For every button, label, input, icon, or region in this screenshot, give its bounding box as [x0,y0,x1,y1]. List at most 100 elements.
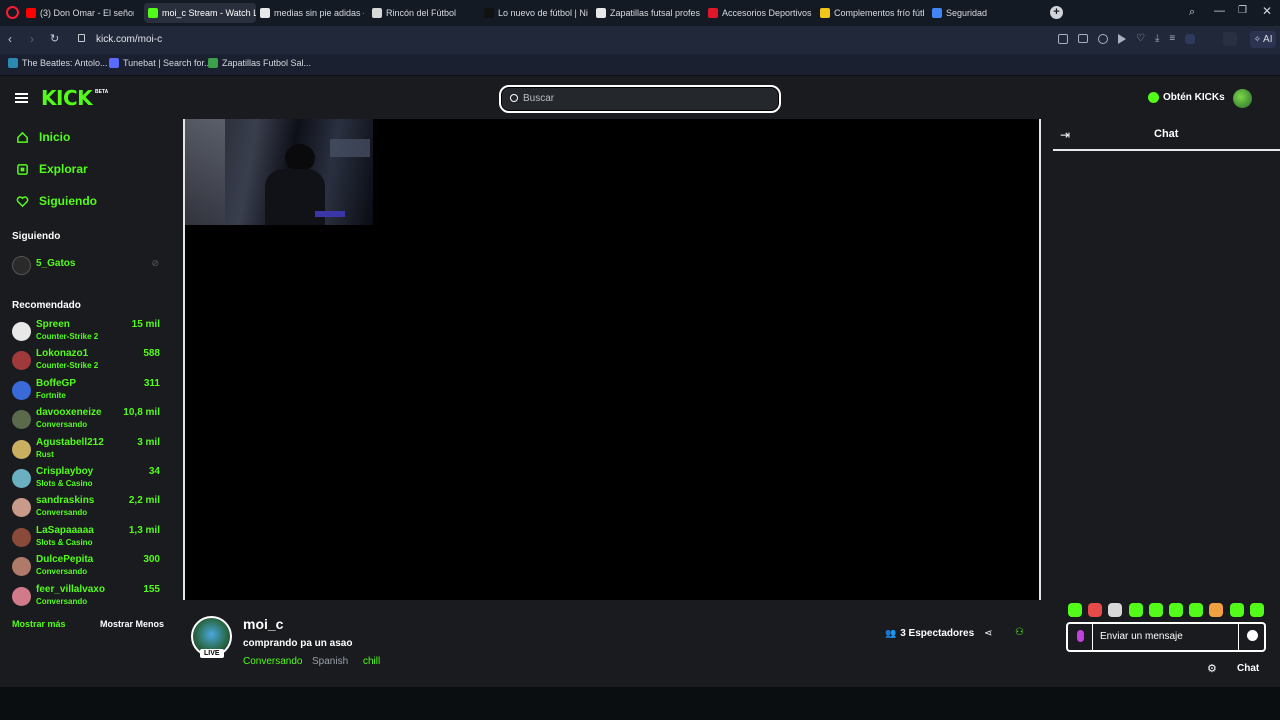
url-text[interactable]: kick.com/moi-c [96,34,162,45]
microphone-icon[interactable] [1077,630,1084,642]
forward-icon[interactable]: › [30,32,34,46]
viewer-count: 311 [143,377,160,389]
browser-tab[interactable]: Zapatillas futsal profesion [592,3,700,23]
lock-icon[interactable] [78,34,85,42]
viewer-count: 155 [143,583,160,595]
channel-name: Agustabell212 [36,436,104,448]
bookmark-item[interactable]: The Beatles: Antolo... [8,58,108,68]
follow-icon[interactable]: ⚇ [1015,627,1024,638]
viewer-count: 10,8 mil [123,407,160,419]
nav-item-inicio[interactable]: Inicio [16,130,70,144]
chat-input[interactable]: Enviar un mensaje [1100,631,1183,642]
search-input[interactable]: Buscar [523,93,554,104]
nav-item-explorar[interactable]: Explorar [16,162,88,176]
settings-gear-icon[interactable]: ⚙ [1207,662,1217,675]
browser-tab[interactable]: Seguridad [928,3,1028,23]
page-bottom [0,687,1280,720]
collapse-chat-icon[interactable]: ⇥ [1060,128,1070,142]
emote-icon[interactable] [1249,603,1264,617]
new-tab-button[interactable]: + [1050,6,1063,19]
recommended-channel[interactable]: Lokonazo1 Counter-Strike 2 588 [12,348,160,376]
tab-favicon-icon [596,8,606,18]
tab-label: Seguridad [946,8,988,18]
recommended-channel[interactable]: DulcePepita Conversando 300 [12,554,160,582]
recommended-channel[interactable]: LaSapaaaaa Slots & Casino 1,3 mil [12,525,160,553]
show-more-link[interactable]: Mostrar más [12,619,66,629]
tab-label: medias sin pie adidas - Bu [274,8,364,18]
search-tabs-icon[interactable]: ⌕ [1189,6,1195,19]
channel-category: Rust [36,449,54,459]
channel-avatar [12,527,31,547]
emote-icon[interactable] [1068,603,1082,617]
minimize-button[interactable]: — [1214,5,1225,17]
browser-tab[interactable]: Complementos frío fútbol [816,3,924,23]
emote-icon[interactable] [1189,603,1204,617]
show-less-link[interactable]: Mostrar Menos [100,619,164,629]
bookmark-item[interactable]: Tunebat | Search for... [109,58,212,68]
menu-lines-icon[interactable]: ≡ [1169,34,1175,44]
browser-tab[interactable]: Rincón del Fútbol [368,3,476,23]
emoji-icon[interactable] [1247,630,1258,641]
viewer-count: 3 mil [137,436,160,448]
recommended-channel[interactable]: Crisplayboy Slots & Casino 34 [12,466,160,494]
emote-icon[interactable] [1169,603,1183,617]
recommended-channel[interactable]: sandraskins Conversando 2,2 mil [12,495,160,523]
emote-icon[interactable] [1088,603,1103,617]
extensions-icon[interactable] [1223,32,1237,46]
tab-favicon-icon [484,8,494,18]
close-window-button[interactable]: ✕ [1262,4,1272,18]
chat-panel: ⇥ Chat Enviar un mensaje ⚙ Chat [1041,119,1280,687]
viewer-count: 34 [148,466,160,477]
get-kicks-button[interactable]: Obtén KICKs [1148,92,1225,103]
browser-tab[interactable]: Lo nuevo de fútbol | Nike [480,3,588,23]
reload-icon[interactable]: ↻ [50,32,59,45]
emote-icon[interactable] [1128,603,1143,617]
bookmark-item[interactable]: Zapatillas Futbol Sal... [208,58,311,68]
following-item[interactable]: 5_Gatos ⊘ [12,255,160,283]
heart-outline-icon[interactable]: ♡ [1136,34,1145,44]
download-icon[interactable]: ⤓ [1155,34,1159,44]
browser-tab[interactable]: Accesorios Deportivos arc [704,3,812,23]
browser-tab[interactable]: medias sin pie adidas - Bu [256,3,364,23]
ai-label: AI [1263,34,1273,45]
profile-icon[interactable] [1185,34,1196,44]
user-avatar[interactable] [1233,89,1252,108]
tag-chill[interactable]: chill [363,656,380,667]
back-icon[interactable]: ‹ [8,32,12,46]
edit-icon[interactable] [1058,34,1068,44]
camera-icon[interactable] [1078,34,1088,43]
emote-icon[interactable] [1108,603,1123,617]
share-icon[interactable]: ⋖ [984,628,992,639]
bookmark-favicon-icon [208,58,218,68]
channel-avatar [12,351,31,371]
browser-tab[interactable]: (3) Don Omar - El señor de [22,3,134,23]
emote-icon[interactable] [1209,603,1224,617]
compass-icon [17,163,28,175]
opera-logo-icon[interactable] [6,6,19,19]
recommended-channel[interactable]: davooxeneize Conversando 10,8 mil [12,407,160,435]
recommended-channel[interactable]: feer_villalvaxo Conversando 155 [12,584,160,612]
nav-item-siguiendo[interactable]: Siguiendo [16,194,97,208]
tab-label: Zapatillas futsal profesion [610,8,700,18]
category-link[interactable]: Conversando [243,656,302,667]
browser-tab[interactable]: moi_c Stream - Watch Live [144,3,256,23]
chat-input-box[interactable]: Enviar un mensaje [1066,622,1266,652]
play-icon[interactable] [1118,34,1126,44]
video-player[interactable] [183,119,1041,600]
language-tag[interactable]: Spanish [312,656,348,667]
shield-icon[interactable] [1098,34,1108,44]
emote-icon[interactable] [1229,603,1244,617]
ai-button[interactable]: ✧ AI [1250,31,1276,48]
search-box[interactable]: Buscar [499,85,781,113]
recommended-channel[interactable]: BoffeGP Fortnite 311 [12,378,160,406]
recommended-channel[interactable]: Agustabell212 Rust 3 mil [12,437,160,465]
hamburger-menu-icon[interactable] [15,93,28,103]
channel-category: Slots & Casino [36,479,93,488]
channel-name[interactable]: moi_c [243,616,283,632]
restore-button[interactable]: ❐ [1238,5,1247,16]
kick-logo[interactable]: KICK BETA [41,86,108,110]
recommended-channel[interactable]: Spreen Counter-Strike 2 15 mil [12,319,160,347]
emote-icon[interactable] [1148,603,1163,617]
channel-avatar [12,469,31,488]
chat-send-button[interactable]: Chat [1237,663,1259,674]
